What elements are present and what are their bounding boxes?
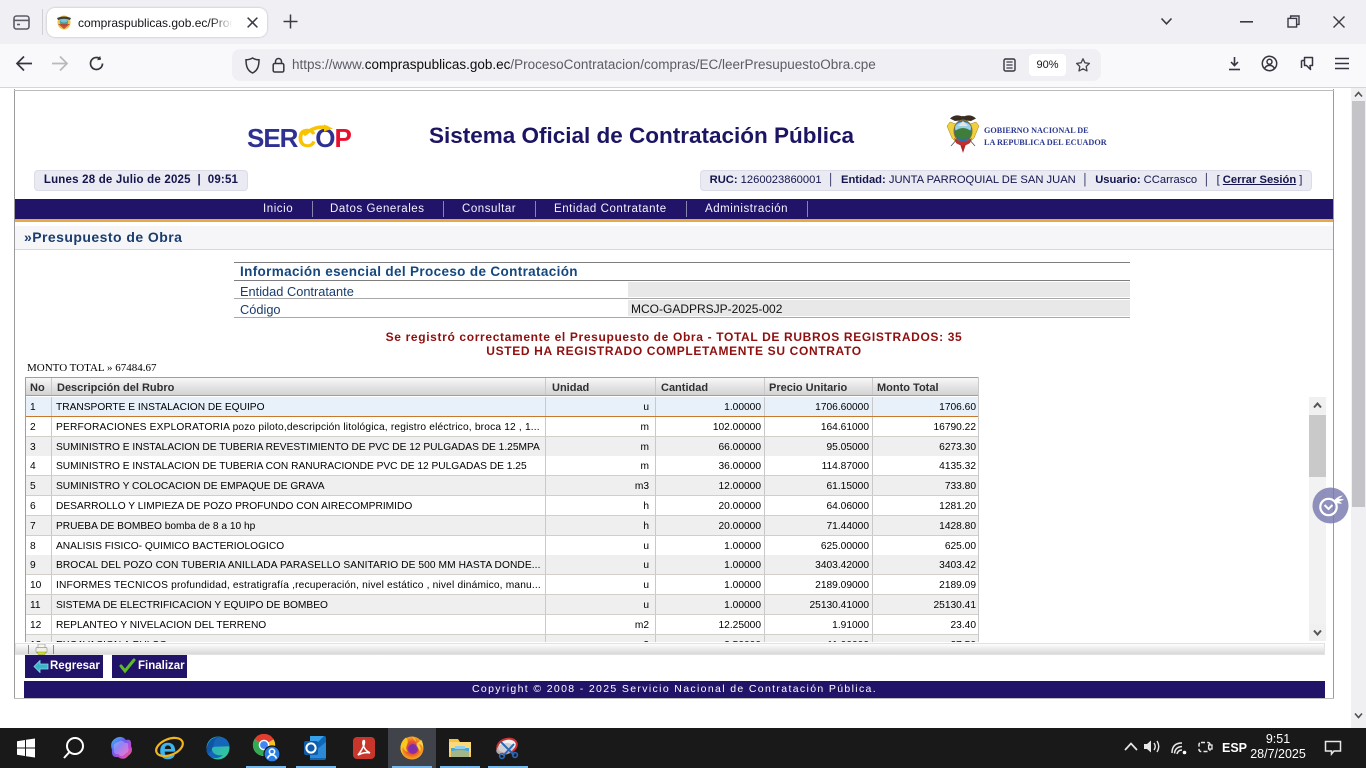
- svg-text:e: e: [159, 731, 176, 766]
